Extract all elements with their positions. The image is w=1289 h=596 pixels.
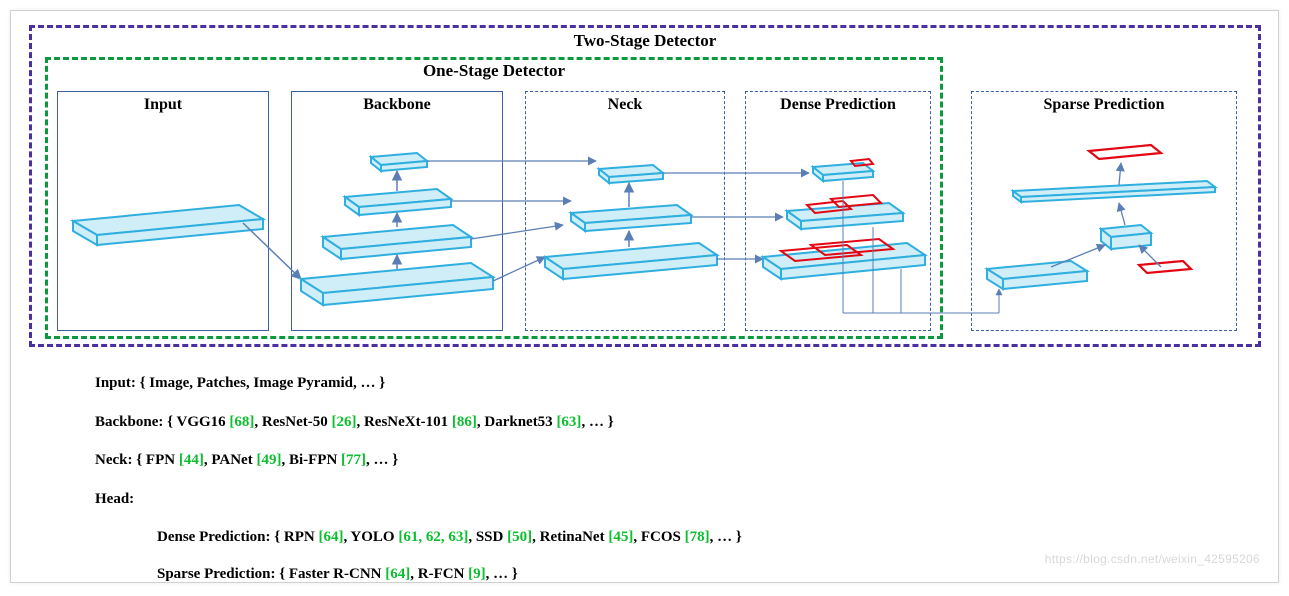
desc-neck-label: Neck: { (95, 452, 146, 468)
ref-resnext: [86] (452, 414, 477, 430)
ref-yolo: [61, 62, 63] (398, 529, 468, 545)
desc-d-retina: , RetinaNet (532, 529, 608, 545)
desc-d-yolo: , YOLO (343, 529, 398, 545)
desc-sparse-label: Sparse Prediction: { (157, 566, 289, 582)
ref-ssd: [50] (507, 529, 532, 545)
ref-darknet: [63] (556, 414, 581, 430)
two-stage-title: Two-Stage Detector (29, 31, 1261, 51)
box-neck: Neck (525, 91, 725, 331)
desc-neck-etc: , … (366, 452, 389, 468)
desc-s-faster: Faster R-CNN (289, 566, 385, 582)
ref-retina: [45] (608, 529, 633, 545)
desc-head-label: Head: (95, 491, 134, 507)
desc-d-ssd: , SSD (468, 529, 507, 545)
desc-dense: Dense Prediction: { RPN [64], YOLO [61, … (95, 523, 1235, 552)
box-input: Input (57, 91, 269, 331)
desc-head: Head: (95, 485, 1235, 514)
figure-frame: Two-Stage Detector One-Stage Detector In… (10, 10, 1279, 583)
desc-bb-darknet: , Darknet53 (477, 414, 557, 430)
box-sparse-label: Sparse Prediction (972, 96, 1236, 114)
desc-input: Input: { Image, Patches, Image Pyramid, … (95, 369, 1235, 398)
desc-close-2: } (604, 414, 614, 430)
desc-d-rpn: RPN (284, 529, 319, 545)
desc-close-3: } (389, 452, 399, 468)
desc-s-etc: , … (486, 566, 509, 582)
desc-neck-bifpn: , Bi-FPN (281, 452, 341, 468)
ref-resnet: [26] (331, 414, 356, 430)
desc-close-4: } (732, 529, 742, 545)
ref-fcos: [78] (685, 529, 710, 545)
ref-rpn: [64] (318, 529, 343, 545)
desc-close-1: } (375, 375, 385, 391)
ref-faster: [64] (385, 566, 410, 582)
ref-bifpn: [77] (341, 452, 366, 468)
desc-neck-panet: , PANet (204, 452, 257, 468)
box-neck-label: Neck (526, 96, 724, 114)
desc-bb-vgg: VGG16 (176, 414, 229, 430)
desc-bb-etc: , … (581, 414, 604, 430)
desc-backbone-label: Backbone: { (95, 414, 176, 430)
watermark: https://blog.csdn.net/weixin_42595206 (1045, 552, 1260, 566)
one-stage-title: One-Stage Detector (45, 61, 943, 81)
desc-bb-resnet: , ResNet-50 (254, 414, 331, 430)
desc-d-etc: , … (710, 529, 733, 545)
ref-vgg: [68] (229, 414, 254, 430)
box-sparse: Sparse Prediction (971, 91, 1237, 331)
ref-panet: [49] (256, 452, 281, 468)
desc-input-body: Image, Patches, Image Pyramid, … (149, 375, 375, 391)
desc-bb-resnext: , ResNeXt-101 (356, 414, 451, 430)
box-dense: Dense Prediction (745, 91, 931, 331)
desc-d-fcos: , FCOS (633, 529, 684, 545)
ref-rfcn: [9] (468, 566, 486, 582)
box-backbone: Backbone (291, 91, 503, 331)
desc-dense-label: Dense Prediction: { (157, 529, 284, 545)
desc-close-5: } (508, 566, 518, 582)
ref-fpn: [44] (179, 452, 204, 468)
desc-neck-fpn: FPN (146, 452, 179, 468)
desc-s-rfcn: , R-FCN (410, 566, 468, 582)
desc-input-label: Input: { (95, 375, 149, 391)
box-dense-label: Dense Prediction (746, 96, 930, 114)
desc-backbone: Backbone: { VGG16 [68], ResNet-50 [26], … (95, 408, 1235, 437)
box-backbone-label: Backbone (292, 96, 502, 114)
box-input-label: Input (58, 96, 268, 114)
desc-neck: Neck: { FPN [44], PANet [49], Bi-FPN [77… (95, 446, 1235, 475)
